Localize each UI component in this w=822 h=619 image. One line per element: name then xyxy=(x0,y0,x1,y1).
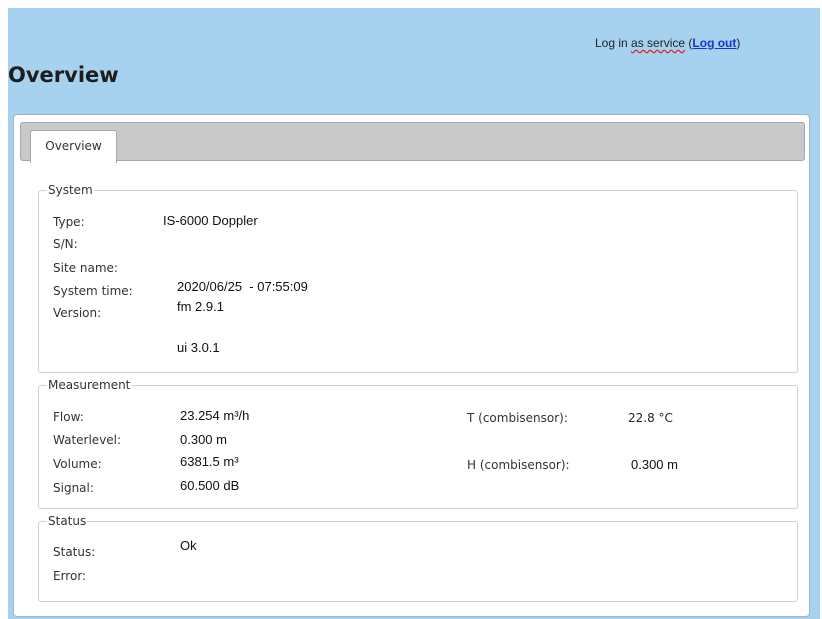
status-label: Status: xyxy=(53,545,96,559)
login-user: as service xyxy=(631,36,686,50)
status-legend: Status xyxy=(48,514,87,528)
system-section: System xyxy=(38,183,798,373)
type-value: IS-6000 Doppler xyxy=(163,213,258,228)
type-label: Type: xyxy=(53,215,85,229)
measurement-legend: Measurement xyxy=(48,378,131,392)
login-prefix: Log in xyxy=(595,36,632,50)
page-frame: Log in as service (Log out) Overview Ove… xyxy=(8,8,820,619)
volume-value: 6381.5 m³ xyxy=(180,454,239,469)
login-info: Log in as service (Log out) xyxy=(595,36,740,50)
status-value: Ok xyxy=(180,538,197,553)
sn-label: S/N: xyxy=(53,237,78,251)
status-section: Status xyxy=(38,514,798,602)
waterlevel-label: Waterlevel: xyxy=(53,433,122,447)
signal-label: Signal: xyxy=(53,481,94,495)
t-combisensor-label: T (combisensor): xyxy=(467,411,568,425)
tab-overview[interactable]: Overview xyxy=(30,130,117,163)
fm-version-value: fm 2.9.1 xyxy=(177,299,224,314)
tab-bar: Overview xyxy=(20,122,805,163)
login-close-paren: ) xyxy=(736,36,741,50)
logout-link[interactable]: Log out xyxy=(692,36,736,50)
system-time-value: 2020/06/25 - 07:55:09 xyxy=(177,279,308,294)
measurement-section: Measurement xyxy=(38,378,798,509)
system-legend: System xyxy=(48,183,93,197)
system-time-label: System time: xyxy=(53,284,133,298)
error-label: Error: xyxy=(53,569,87,583)
version-label: Version: xyxy=(53,306,102,320)
h-combisensor-label: H (combisensor): xyxy=(467,458,570,472)
waterlevel-value: 0.300 m xyxy=(180,432,227,447)
main-panel: Overview System Type: IS-6000 Doppler S/… xyxy=(13,114,810,617)
ui-version-value: ui 3.0.1 xyxy=(177,340,220,355)
t-combisensor-value: 22.8 °C xyxy=(628,411,673,425)
h-combisensor-value: 0.300 m xyxy=(631,457,678,472)
flow-value: 23.254 m³/h xyxy=(180,408,250,423)
signal-value: 60.500 dB xyxy=(180,478,240,493)
site-name-label: Site name: xyxy=(53,261,118,275)
flow-label: Flow: xyxy=(53,410,84,424)
volume-label: Volume: xyxy=(53,457,102,471)
page-title: Overview xyxy=(8,63,119,87)
